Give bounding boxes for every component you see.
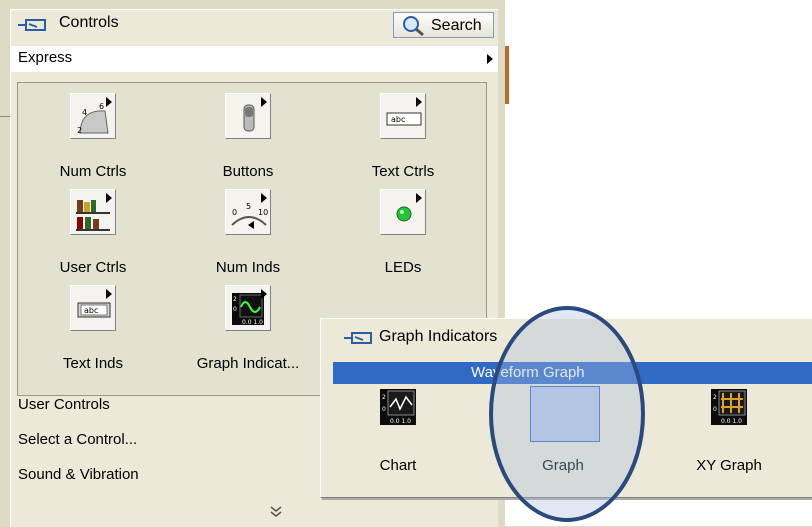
- palette-item-label: User Ctrls: [59, 259, 127, 276]
- num-inds-icon: 0 5 10: [225, 189, 271, 235]
- palette-item-num-inds[interactable]: 0 5 10 Num Inds: [188, 189, 308, 289]
- palette-item-buttons[interactable]: Buttons: [188, 93, 308, 193]
- palette-item-text-ctrls[interactable]: abc Text Ctrls: [343, 93, 463, 193]
- palette-item-label: Text Ctrls: [371, 163, 435, 180]
- category-select-a-control[interactable]: Select a Control...: [18, 431, 137, 448]
- palette-item-label: Graph Indicat...: [196, 355, 300, 372]
- submenu-arrow-icon: [487, 54, 493, 64]
- buttons-icon: [225, 93, 271, 139]
- svg-text:0: 0: [382, 406, 386, 413]
- svg-text:0: 0: [232, 208, 237, 217]
- svg-text:10: 10: [258, 208, 268, 217]
- svg-text:0.0 1.0: 0.0 1.0: [242, 319, 263, 326]
- palette-item-user-ctrls[interactable]: User Ctrls: [33, 189, 153, 289]
- pin-icon[interactable]: [17, 16, 47, 38]
- palette-item-label: Text Inds: [62, 355, 124, 372]
- palette-title: Controls: [59, 14, 119, 31]
- svg-text:5: 5: [246, 202, 251, 211]
- leds-icon: [380, 189, 426, 235]
- graph-palette-item-label: Chart: [379, 457, 417, 474]
- palette-item-label: Buttons: [222, 163, 274, 180]
- svg-text:2: 2: [713, 394, 717, 401]
- graph-palette-item-xy-graph[interactable]: 2 0 0.0 1.0 XY Graph: [674, 389, 784, 489]
- search-icon: [403, 16, 424, 37]
- annotation-ellipse: [489, 306, 645, 522]
- svg-text:0: 0: [233, 306, 237, 313]
- search-button-label: Search: [431, 17, 482, 34]
- svg-text:0.0 1.0: 0.0 1.0: [390, 418, 411, 425]
- double-chevron-down-icon[interactable]: [270, 505, 282, 519]
- user-ctrls-icon: [70, 189, 116, 235]
- palette-item-label: Num Inds: [215, 259, 281, 276]
- category-sound-vibration[interactable]: Sound & Vibration: [18, 466, 139, 483]
- text-ctrls-icon: abc: [380, 93, 426, 139]
- chart-icon: 2 0 0.0 1.0: [380, 389, 416, 425]
- svg-text:abc: abc: [84, 306, 98, 315]
- svg-text:6: 6: [99, 102, 104, 111]
- graph-palette-item-label: XY Graph: [696, 457, 762, 474]
- graph-indicators-icon: 2 0 0.0 1.0: [225, 285, 271, 331]
- search-button[interactable]: Search: [393, 12, 494, 38]
- svg-text:0: 0: [713, 406, 717, 413]
- svg-text:4: 4: [82, 108, 87, 117]
- num-ctrls-icon: 42 6: [70, 93, 116, 139]
- scroll-indicator: [505, 46, 509, 104]
- palette-title-bar[interactable]: Controls Search: [11, 10, 498, 40]
- graph-palette-item-chart[interactable]: 2 0 0.0 1.0 Chart: [343, 389, 453, 489]
- svg-text:2: 2: [382, 394, 386, 401]
- pin-icon[interactable]: [343, 329, 373, 351]
- palette-item-text-inds[interactable]: abc Text Inds: [33, 285, 153, 385]
- palette-item-num-ctrls[interactable]: 42 6 Num Ctrls: [33, 93, 153, 193]
- palette-item-label: Num Ctrls: [59, 163, 127, 180]
- palette-item-leds[interactable]: LEDs: [343, 189, 463, 289]
- text-inds-icon: abc: [70, 285, 116, 331]
- divider: [0, 116, 10, 117]
- xy-graph-icon: 2 0 0.0 1.0: [711, 389, 747, 425]
- svg-text:abc: abc: [391, 115, 405, 124]
- svg-text:2: 2: [233, 296, 237, 303]
- category-user-controls[interactable]: User Controls: [18, 396, 110, 413]
- svg-text:0.0 1.0: 0.0 1.0: [721, 418, 742, 425]
- palette-item-label: LEDs: [384, 259, 422, 276]
- palette-item-graph-indicators[interactable]: 2 0 0.0 1.0 Graph Indicat...: [188, 285, 308, 385]
- express-category[interactable]: Express: [11, 46, 498, 72]
- express-label: Express: [18, 49, 73, 66]
- svg-text:2: 2: [77, 126, 82, 135]
- graph-palette-title: Graph Indicators: [379, 328, 498, 345]
